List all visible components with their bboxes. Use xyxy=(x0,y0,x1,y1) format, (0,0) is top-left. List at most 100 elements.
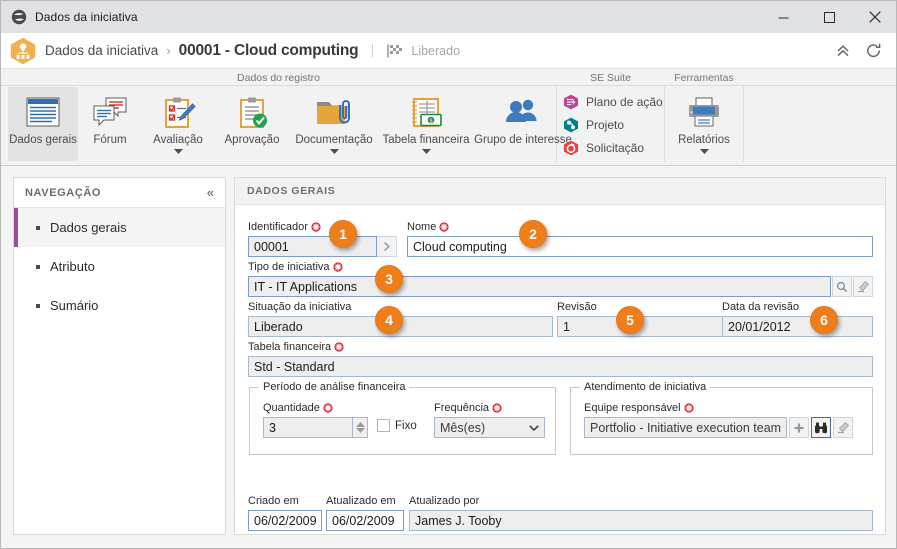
checkbox-fixo-box[interactable] xyxy=(377,419,390,432)
field-equipe-responsavel: Equipe responsável Portfolio - Initiativ… xyxy=(584,401,860,438)
input-nome[interactable]: Cloud computing xyxy=(407,236,873,257)
ribbon-group-label-record: Dados do registro xyxy=(237,71,320,84)
label-equipe-responsavel: Equipe responsável xyxy=(584,401,860,415)
stepper-down-icon[interactable] xyxy=(355,428,365,433)
input-tipo-iniciativa[interactable]: IT - IT Applications xyxy=(248,276,832,297)
breadcrumb-root[interactable]: Dados da iniciativa xyxy=(45,43,158,58)
select-frequencia[interactable]: Mês(es) xyxy=(434,417,545,438)
label-nome: Nome xyxy=(407,220,873,234)
sidebar-item-sumario[interactable]: Sumário xyxy=(14,286,225,325)
input-quantidade[interactable]: 3 xyxy=(263,417,354,438)
ribbon-button-projeto[interactable]: Projeto xyxy=(563,115,624,135)
ribbon-button-grupo-interesse[interactable]: Grupo de interesse xyxy=(474,87,572,161)
chevron-down-icon[interactable] xyxy=(173,149,183,154)
field-atualizado-por: Atualizado por James J. Tooby xyxy=(409,494,873,531)
label-data-revisao: Data da revisão xyxy=(722,301,800,313)
maximize-button[interactable] xyxy=(806,1,852,33)
ribbon-group-label-tools: Ferramentas xyxy=(674,71,734,84)
sidebar-item-dados-gerais[interactable]: Dados gerais xyxy=(14,208,225,247)
minimize-icon xyxy=(778,17,788,18)
ribbon-button-tabela-financeira[interactable]: $ Tabela financeira xyxy=(380,87,472,161)
navigation-panel: NAVEGAÇÃO « Dados gerais Atributo Sumári… xyxy=(13,177,226,535)
equipe-add-button[interactable] xyxy=(789,417,809,438)
initiative-hexagon-icon xyxy=(10,37,36,64)
input-atualizado-em: 06/02/2009 xyxy=(326,510,404,531)
maximize-icon xyxy=(823,11,835,23)
bullet-icon xyxy=(36,264,40,269)
chevron-down-icon[interactable] xyxy=(699,149,709,154)
window-lines-icon xyxy=(24,92,62,134)
identificador-next-button[interactable] xyxy=(377,236,397,257)
input-identificador[interactable]: 00001 xyxy=(248,236,377,257)
binoculars-icon xyxy=(815,422,827,433)
ribbon-button-aprovacao[interactable]: Aprovação xyxy=(216,87,288,161)
magnifier-icon xyxy=(837,281,848,292)
group-title-atendimento: Atendimento de iniciativa xyxy=(580,381,711,393)
select-frequencia-value: Mês(es) xyxy=(440,420,486,435)
field-criado-em: Criado em 06/02/2009 xyxy=(248,494,322,531)
field-data-revisao: Data da revisão 20/01/2012 xyxy=(722,300,873,337)
field-frequencia: Frequência Mês(es) xyxy=(434,401,545,438)
callout-badge-3: 3 xyxy=(375,265,403,293)
chevron-double-left-icon[interactable]: « xyxy=(207,186,214,199)
callout-badge-1: 1 xyxy=(329,220,357,248)
ribbon-button-solicitacao[interactable]: Solicitação xyxy=(563,138,644,158)
ledger-money-icon: $ xyxy=(406,92,446,134)
form-section-header: DADOS GERAIS xyxy=(235,178,885,205)
tipo-iniciativa-search-button[interactable] xyxy=(832,276,853,297)
sidebar-item-label: Atributo xyxy=(50,259,95,274)
group-atendimento-iniciativa: Atendimento de iniciativa Equipe respons… xyxy=(570,381,873,455)
ribbon-label-forum: Fórum xyxy=(93,134,127,146)
navigation-header: NAVEGAÇÃO « xyxy=(14,178,225,208)
required-marker-icon xyxy=(439,222,449,232)
ribbon-button-forum[interactable]: Fórum xyxy=(80,87,140,161)
callout-badge-5: 5 xyxy=(616,306,644,334)
minimize-button[interactable] xyxy=(760,1,806,33)
users-group-icon xyxy=(502,92,544,134)
equipe-clear-button[interactable] xyxy=(833,417,853,438)
quantidade-stepper[interactable] xyxy=(353,417,368,438)
title-bar: Dados da iniciativa xyxy=(1,1,896,33)
ribbon-label-aprovacao: Aprovação xyxy=(224,134,280,146)
ribbon-label-projeto: Projeto xyxy=(586,118,625,132)
label-tabela-financeira: Tabela financeira xyxy=(248,340,873,354)
window-title: Dados da iniciativa xyxy=(35,10,138,24)
field-tabela-financeira: Tabela financeira Std - Standard xyxy=(248,340,873,377)
action-plan-icon xyxy=(564,94,578,110)
group-periodo-analise-financeira: Período de análise financeira Quantidade… xyxy=(249,381,556,455)
ribbon-button-avaliacao[interactable]: Avaliação xyxy=(142,87,214,161)
ribbon-label-relatorios: Relatórios xyxy=(678,134,730,146)
ribbon-button-dados-gerais[interactable]: Dados gerais xyxy=(8,87,78,161)
callout-badge-2: 2 xyxy=(519,220,547,248)
stepper-up-icon[interactable] xyxy=(355,422,365,427)
tipo-iniciativa-clear-button[interactable] xyxy=(853,276,873,297)
equipe-find-button[interactable] xyxy=(811,417,831,438)
bullet-icon xyxy=(36,225,40,230)
label-atualizado-em: Atualizado em xyxy=(326,495,396,507)
chevron-down-icon[interactable] xyxy=(421,149,431,154)
page-header: Dados da iniciativa › 00001 - Cloud comp… xyxy=(1,33,896,69)
input-tabela-financeira: Std - Standard xyxy=(248,356,873,377)
select-equipe-responsavel[interactable]: Portfolio - Initiative execution team xyxy=(584,417,787,438)
ribbon-label-solicitacao: Solicitação xyxy=(586,141,645,155)
ribbon-button-relatorios[interactable]: Relatórios xyxy=(669,87,739,161)
collapse-ribbon-button[interactable] xyxy=(828,36,858,66)
chevron-down-icon[interactable] xyxy=(329,149,339,154)
callout-badge-6: 6 xyxy=(810,306,838,334)
ribbon-toolbar: Dados do registro SE Suite Ferramentas D… xyxy=(1,69,896,166)
close-button[interactable] xyxy=(852,1,896,33)
sidebar-item-atributo[interactable]: Atributo xyxy=(14,247,225,286)
record-title: 00001 - Cloud computing xyxy=(178,41,359,59)
application-window: Dados da iniciativa Dados da iniciativa … xyxy=(0,0,897,549)
bullet-icon xyxy=(36,303,40,308)
sidebar-item-label: Sumário xyxy=(50,298,99,313)
label-identificador: Identificador xyxy=(248,220,403,234)
ribbon-button-documentacao[interactable]: Documentação xyxy=(290,87,378,161)
ribbon-label-grupo-interesse: Grupo de interesse xyxy=(474,134,572,146)
checkbox-fixo[interactable]: Fixo xyxy=(377,419,417,432)
app-icon xyxy=(11,9,27,25)
eraser-icon xyxy=(837,421,849,434)
navigation-title: NAVEGAÇÃO xyxy=(25,186,102,199)
refresh-button[interactable] xyxy=(858,36,888,66)
ribbon-button-plano-de-acao[interactable]: Plano de ação xyxy=(563,92,663,112)
